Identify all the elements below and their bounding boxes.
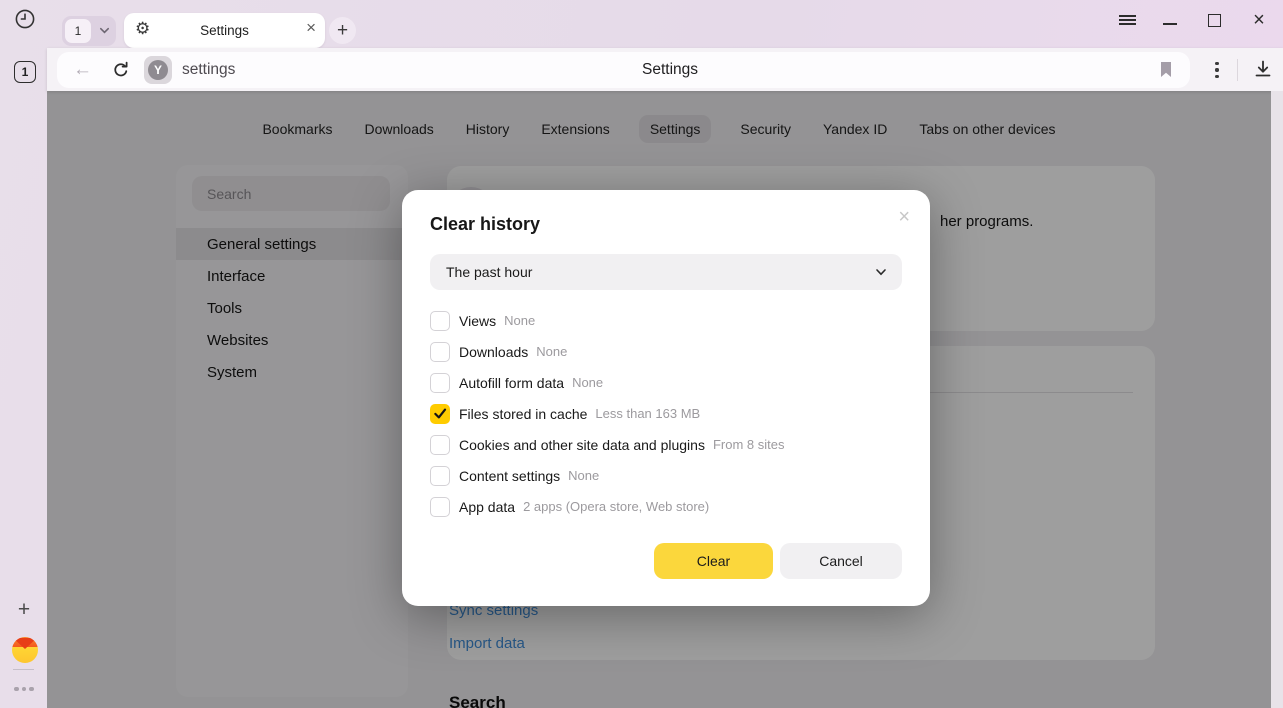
rail-add-icon[interactable]: + <box>13 599 35 621</box>
chevron-down-icon <box>874 265 888 279</box>
page-scrollbar[interactable] <box>1271 91 1283 708</box>
option-label: Views <box>459 313 496 329</box>
window-close-button[interactable]: × <box>1246 7 1272 33</box>
maximize-button[interactable] <box>1201 7 1227 33</box>
clear-option-autofill-form-data[interactable]: Autofill form data None <box>430 367 902 398</box>
history-clock-icon[interactable] <box>14 8 36 30</box>
tab-title: Settings <box>124 23 325 38</box>
yandex-mail-icon[interactable] <box>12 637 38 663</box>
clear-history-dialog: Clear history × The past hour ViewsNoneD… <box>402 190 930 606</box>
left-rail: 1 + <box>0 0 47 708</box>
option-detail: From 8 sites <box>713 437 785 452</box>
address-bar-page-title: Settings <box>642 61 698 79</box>
option-detail: None <box>572 375 603 390</box>
option-label: App data <box>459 499 515 515</box>
rail-more-icon[interactable] <box>12 684 36 694</box>
option-label: Downloads <box>459 344 528 360</box>
tab-group-pill[interactable]: 1 <box>62 16 116 46</box>
dialog-title: Clear history <box>430 214 540 235</box>
clear-option-cookies-and-other-site-data-and-plugins[interactable]: Cookies and other site data and plugins F… <box>430 429 902 460</box>
gear-icon: ⚙ <box>135 19 150 39</box>
option-detail: None <box>536 344 567 359</box>
checkbox[interactable] <box>430 373 450 393</box>
toolbar-divider <box>1237 59 1238 81</box>
reload-icon[interactable] <box>111 60 131 85</box>
option-detail: None <box>504 313 535 328</box>
option-label: Cookies and other site data and plugins <box>459 437 705 453</box>
option-detail: Less than 163 MB <box>595 406 700 421</box>
tab-close-icon[interactable]: × <box>306 18 316 38</box>
clear-option-files-stored-in-cache[interactable]: Files stored in cache Less than 163 MB <box>430 398 902 429</box>
time-range-value: The past hour <box>446 264 874 280</box>
address-bar[interactable]: ← Y settings Settings <box>57 52 1190 88</box>
option-label: Autofill form data <box>459 375 564 391</box>
new-tab-button[interactable]: + <box>329 17 356 44</box>
yandex-logo-icon: Y <box>148 60 168 80</box>
chevron-down-icon[interactable] <box>98 24 111 42</box>
url-text[interactable]: settings <box>182 61 235 79</box>
option-label: Files stored in cache <box>459 406 587 422</box>
clear-option-app-data[interactable]: App data 2 apps (Opera store, Web store) <box>430 491 902 522</box>
clear-option-views[interactable]: Views None <box>430 305 902 336</box>
site-icon-chip[interactable]: Y <box>144 56 172 84</box>
clear-option-content-settings[interactable]: Content settings None <box>430 460 902 491</box>
tab-group-count[interactable]: 1 <box>65 19 91 43</box>
clear-option-downloads[interactable]: Downloads None <box>430 336 902 367</box>
bookmark-icon[interactable] <box>1157 60 1175 85</box>
cancel-button[interactable]: Cancel <box>780 543 902 579</box>
browser-tab-settings[interactable]: ⚙ Settings × <box>124 13 325 48</box>
checkbox[interactable] <box>430 435 450 455</box>
kebab-menu-icon[interactable] <box>1205 58 1229 82</box>
checkbox-checked[interactable] <box>430 404 450 424</box>
option-label: Content settings <box>459 468 560 484</box>
checkbox[interactable] <box>430 497 450 517</box>
back-icon[interactable]: ← <box>73 59 92 81</box>
minimize-button[interactable] <box>1157 7 1183 33</box>
tab-counter-badge[interactable]: 1 <box>14 61 36 83</box>
checkbox[interactable] <box>430 466 450 486</box>
checkbox[interactable] <box>430 342 450 362</box>
clear-options-list: ViewsNoneDownloadsNoneAutofill form data… <box>430 305 902 522</box>
dialog-close-icon[interactable]: × <box>894 202 914 233</box>
rail-divider <box>13 669 34 670</box>
checkbox[interactable] <box>430 311 450 331</box>
option-detail: None <box>568 468 599 483</box>
option-detail: 2 apps (Opera store, Web store) <box>523 499 709 514</box>
time-range-select[interactable]: The past hour <box>430 254 902 290</box>
browser-menu-icon[interactable] <box>1114 7 1140 33</box>
toolbar: ← Y settings Settings <box>47 48 1283 91</box>
clear-button[interactable]: Clear <box>654 543 773 579</box>
download-icon[interactable] <box>1252 58 1274 85</box>
